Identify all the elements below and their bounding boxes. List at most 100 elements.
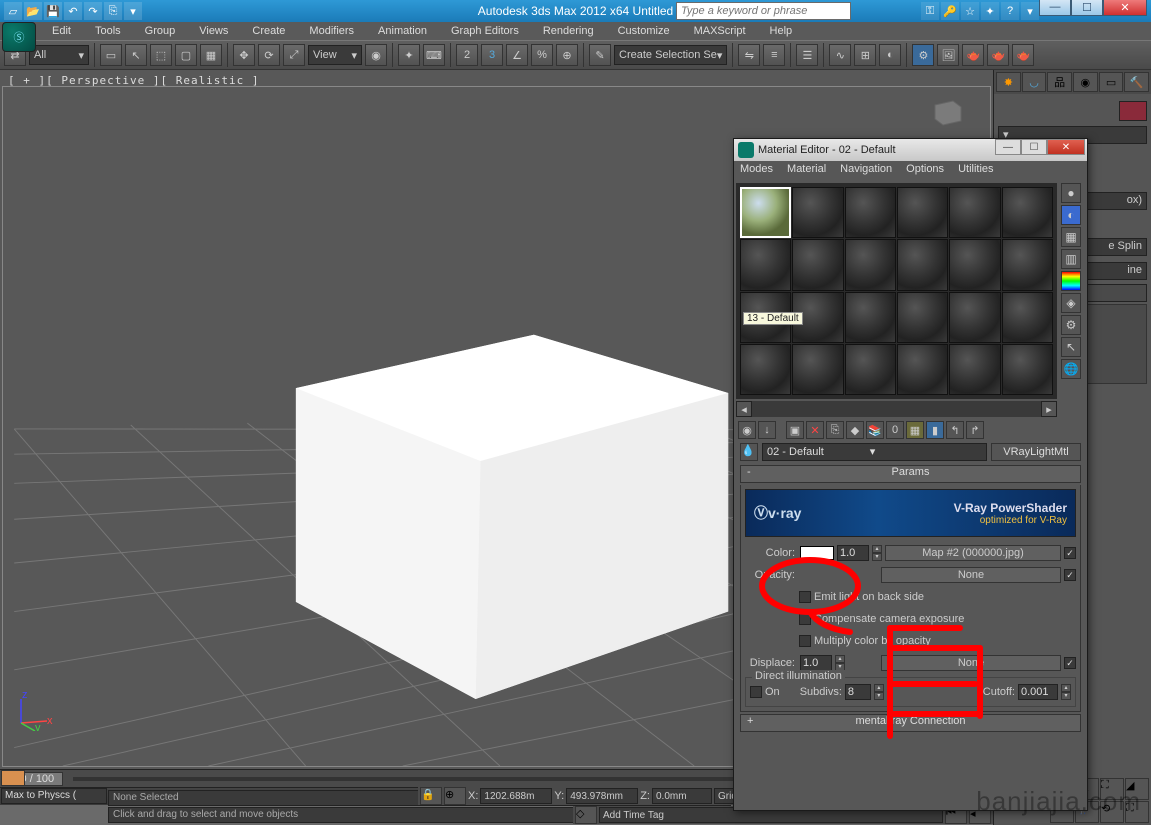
dialog-titlebar[interactable]: Material Editor - 02 - Default — ☐ ✕ [734,139,1087,161]
select-name-icon[interactable]: ⬚ [150,44,172,66]
render-frame-icon[interactable]: 🖼 [937,44,959,66]
material-editor-icon[interactable]: ◐ [879,44,901,66]
opacity-map-enable-checkbox[interactable] [1064,569,1076,581]
mirror-icon[interactable]: ⇋ [738,44,760,66]
displace-map-button[interactable]: None [881,655,1061,671]
background-icon[interactable]: ▦ [1061,227,1081,247]
me-menu-options[interactable]: Options [906,163,944,179]
move-icon[interactable]: ✥ [233,44,255,66]
displace-map-enable-checkbox[interactable] [1064,657,1076,669]
displace-spinner[interactable]: ▴▾ [835,655,845,671]
qat-undo-icon[interactable]: ↶ [64,2,82,20]
maximize-button[interactable]: ☐ [1071,0,1103,16]
ref-coord-dropdown[interactable]: View▾ [308,45,362,65]
qat-new-icon[interactable]: ▱ [4,2,22,20]
absolute-mode-icon[interactable]: ⊕ [444,787,466,805]
teapot-icon[interactable]: 🫖 [987,44,1009,66]
named-selection-dropdown[interactable]: Create Selection Se▾ [614,45,727,65]
show-map-icon[interactable]: ▦ [906,421,924,439]
sample-slot-1[interactable] [740,187,791,238]
help-dropdown-icon[interactable]: ▾ [1021,2,1039,20]
backlight-icon[interactable]: ◐ [1061,205,1081,225]
me-menu-modes[interactable]: Modes [740,163,773,179]
snap2d-icon[interactable]: 2 [456,44,478,66]
displace-value-input[interactable]: 1.0 [800,655,832,671]
qat-redo-icon[interactable]: ↷ [84,2,102,20]
sample-slot[interactable] [845,187,896,238]
sample-uv-icon[interactable]: ▥ [1061,249,1081,269]
compensate-exposure-checkbox[interactable] [799,613,811,625]
curve-editor-icon[interactable]: ∿ [829,44,851,66]
sample-slot[interactable] [740,344,791,395]
menu-graph-editors[interactable]: Graph Editors [439,23,531,39]
color-multiplier-input[interactable]: 1.0 [837,545,869,561]
menu-maxscript[interactable]: MAXScript [682,23,758,39]
angle-snap-icon[interactable]: ∠ [506,44,528,66]
modify-tab-icon[interactable]: ◡ [1022,72,1047,92]
teapot-large-icon[interactable]: 🫖 [1012,44,1034,66]
get-material-icon[interactable]: ◉ [738,421,756,439]
close-button[interactable]: ✕ [1103,0,1147,16]
me-menu-navigation[interactable]: Navigation [840,163,892,179]
material-id-icon[interactable]: 0 [886,421,904,439]
opacity-map-button[interactable]: None [881,567,1061,583]
sample-slot[interactable]: 13 - Default [740,292,791,343]
viewcube-icon[interactable] [925,97,965,127]
snap3d-icon[interactable]: 3 [481,44,503,66]
rotate-icon[interactable]: ⟳ [258,44,280,66]
sample-type-icon[interactable]: ● [1061,183,1081,203]
sample-slot[interactable] [1002,239,1053,290]
motion-tab-icon[interactable]: ◉ [1073,72,1098,92]
sample-slot[interactable] [792,187,843,238]
favorite-icon[interactable]: ✦ [981,2,999,20]
x-coord-input[interactable]: 1202.688m [480,788,552,804]
sample-slot[interactable] [1002,187,1053,238]
sample-slot[interactable] [845,239,896,290]
reset-map-icon[interactable]: ✕ [806,421,824,439]
minimize-button[interactable]: — [1039,0,1071,16]
sample-slot[interactable] [845,344,896,395]
material-map-nav-icon[interactable]: 🌐 [1061,359,1081,379]
cutoff-input[interactable]: 0.001 [1018,684,1058,700]
qat-more-icon[interactable]: ▾ [124,2,142,20]
menu-tools[interactable]: Tools [83,23,133,39]
menu-rendering[interactable]: Rendering [531,23,606,39]
make-preview-icon[interactable]: ◈ [1061,293,1081,313]
sample-slot[interactable] [1002,344,1053,395]
menu-group[interactable]: Group [133,23,188,39]
material-type-button[interactable]: VRayLightMtl [991,443,1081,461]
menu-animation[interactable]: Animation [366,23,439,39]
align-icon[interactable]: ≡ [763,44,785,66]
me-menu-material[interactable]: Material [787,163,826,179]
spinner-snap-icon[interactable]: ⊕ [556,44,578,66]
multiply-opacity-checkbox[interactable] [799,635,811,647]
color-multiplier-spinner[interactable]: ▴▾ [872,545,882,561]
schematic-icon[interactable]: ⊞ [854,44,876,66]
params-rollout-header[interactable]: -Params [740,465,1081,483]
sample-slot[interactable] [949,239,1000,290]
selection-filter-dropdown[interactable]: All▾ [29,45,89,65]
sample-slot[interactable] [740,239,791,290]
video-color-icon[interactable] [1061,271,1081,291]
color-map-button[interactable]: Map #2 (000000.jpg) [885,545,1061,561]
sample-slot[interactable] [897,187,948,238]
go-parent-icon[interactable]: ↰ [946,421,964,439]
maxscript-mini-listener[interactable]: Max to Physcs ( [1,788,107,804]
sample-slot[interactable] [897,239,948,290]
qat-save-icon[interactable]: 💾 [44,2,62,20]
sample-slot[interactable] [897,344,948,395]
sample-slot[interactable] [949,344,1000,395]
dialog-close-button[interactable]: ✕ [1047,139,1085,155]
sample-scroll[interactable]: ◂▸ [736,401,1057,417]
qat-project-icon[interactable]: ⎘ [104,2,122,20]
help-icon[interactable]: ? [1001,2,1019,20]
keyboard-shortcut-icon[interactable]: ⌨ [423,44,445,66]
select-icon[interactable]: ▭ [100,44,122,66]
color-map-enable-checkbox[interactable] [1064,547,1076,559]
subdivs-spinner[interactable]: ▴▾ [874,684,884,700]
options-icon[interactable]: ⚙ [1061,315,1081,335]
infocenter-icon[interactable]: ⚿ [921,2,939,20]
material-name-input[interactable]: 02 - Default ▾ [762,443,987,461]
display-tab-icon[interactable]: ▭ [1099,72,1124,92]
sample-slot[interactable] [792,344,843,395]
